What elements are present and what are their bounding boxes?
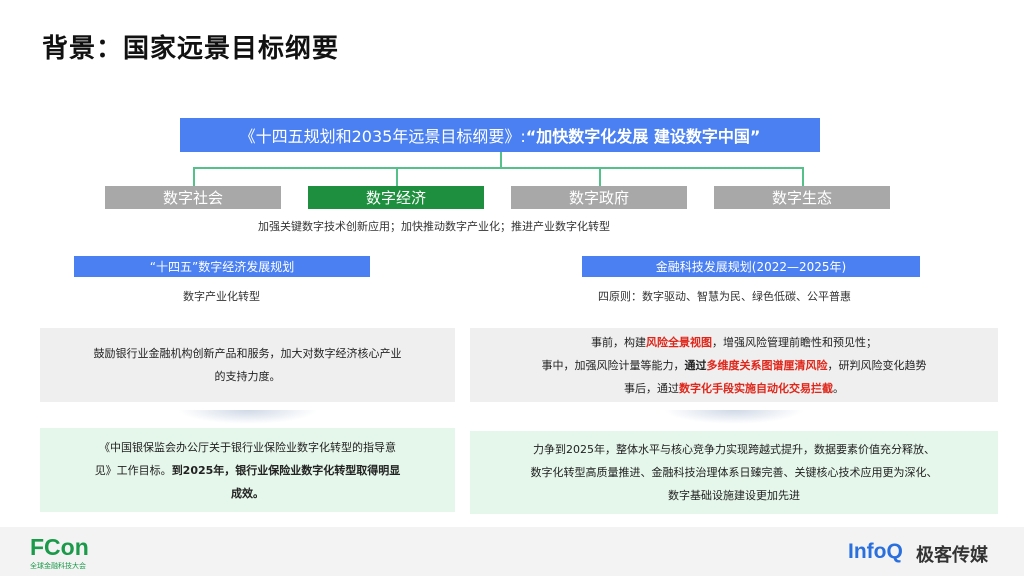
connector-vertical	[500, 152, 502, 168]
connector-horizontal	[193, 167, 804, 169]
left-box2-line1: 《中国银保监会办公厅关于银行业保险业数字化转型的指导意	[99, 440, 396, 454]
right-box1-l3-red: 数字化手段实施自动化交易拦截	[679, 381, 833, 395]
category-digital-government: 数字政府	[511, 186, 687, 209]
right-box1-l1-red: 风险全景视图	[646, 335, 712, 349]
right-flow-arrow	[664, 410, 804, 424]
left-box1-line2: 的支持力度。	[214, 370, 281, 383]
left-box2-line2-bold: 到2025年，银行业保险业数字化转型取得明显	[171, 463, 401, 477]
connector-drop-2	[396, 167, 398, 186]
right-header: 金融科技发展规划(2022—2025年)	[582, 256, 920, 277]
right-box1-l1-b: ，增强风险管理前瞻性和预见性；	[712, 335, 877, 349]
right-box1-l2-a: 事中，加强风险计量等能力，	[541, 358, 685, 372]
left-subtitle: 数字产业化转型	[183, 290, 260, 303]
right-box1-l3-a: 事后，通过	[624, 381, 679, 395]
top-banner: 《十四五规划和2035年远景目标纲要》: “加快数字化发展 建设数字中国”	[180, 118, 820, 152]
fcon-logo: FCon	[30, 534, 89, 560]
left-box1-line1: 鼓励银行业金融机构创新产品和服务，加大对数字经济核心产业	[93, 347, 402, 360]
left-box2-line2: 见》工作目标。到2025年，银行业保险业数字化转型取得明显	[40, 459, 455, 482]
left-box2-line2-plain: 见》工作目标。	[94, 463, 172, 477]
left-info-box: 鼓励银行业金融机构创新产品和服务，加大对数字经济核心产业 的支持力度。	[40, 328, 455, 402]
right-box1-l3-b: 。	[833, 381, 844, 395]
right-box2-line3: 数字基础设施建设更加先进	[668, 489, 800, 502]
right-box2-line1: 力争到2025年，整体水平与核心竞争力实现跨越式提升，数据要素价值充分释放、	[533, 443, 935, 456]
connector-drop-3	[599, 167, 601, 186]
connector-drop-4	[802, 167, 804, 186]
category-digital-economy: 数字经济	[308, 186, 484, 209]
right-box1-l2-bold: 通过	[684, 358, 707, 372]
right-subtitle: 四原则：数字驱动、智慧为民、绿色低碳、公平普惠	[598, 290, 851, 303]
banner-emphasis: “加快数字化发展 建设数字中国”	[525, 127, 761, 146]
category-digital-society: 数字社会	[105, 186, 281, 209]
left-box2-line3: 成效。	[231, 486, 264, 500]
left-header: “十四五”数字经济发展规划	[74, 256, 370, 277]
right-box1-l1-a: 事前，构建	[591, 335, 646, 349]
category-digital-ecology: 数字生态	[714, 186, 890, 209]
connector-drop-1	[193, 167, 195, 186]
left-flow-arrow	[178, 410, 318, 424]
right-goal-box: 力争到2025年，整体水平与核心竞争力实现跨越式提升，数据要素价值充分释放、 数…	[470, 431, 998, 514]
infoq-logo: InfoQ	[848, 540, 903, 563]
right-box1-line1: 事前，构建风险全景视图，增强风险管理前瞻性和预见性；	[470, 331, 998, 354]
category-note: 加强关键数字技术创新应用；加快推动数字产业化；推进产业数字化转型	[258, 220, 610, 233]
right-box1-line3: 事后，通过数字化手段实施自动化交易拦截。	[470, 377, 998, 400]
right-info-box: 事前，构建风险全景视图，增强风险管理前瞻性和预见性； 事中，加强风险计量等能力，…	[470, 328, 998, 402]
geek-media-logo: 极客传媒	[916, 545, 988, 566]
fcon-logo-subtitle: 全球金融科技大会	[30, 562, 86, 570]
right-box1-l2-b: ，研判风险变化趋势	[827, 358, 927, 372]
banner-prefix: 《十四五规划和2035年远景目标纲要》:	[239, 127, 526, 146]
right-box1-line2: 事中，加强风险计量等能力，通过多维度关系图谱厘清风险，研判风险变化趋势	[470, 354, 998, 377]
left-goal-box: 《中国银保监会办公厅关于银行业保险业数字化转型的指导意 见》工作目标。到2025…	[40, 428, 455, 512]
right-box2-line2: 数字化转型高质量推进、金融科技治理体系日臻完善、关键核心技术应用更为深化、	[530, 466, 938, 479]
page-title: 背景：国家远景目标纲要	[42, 34, 340, 64]
right-box1-l2-red: 多维度关系图谱厘清风险	[706, 358, 828, 372]
